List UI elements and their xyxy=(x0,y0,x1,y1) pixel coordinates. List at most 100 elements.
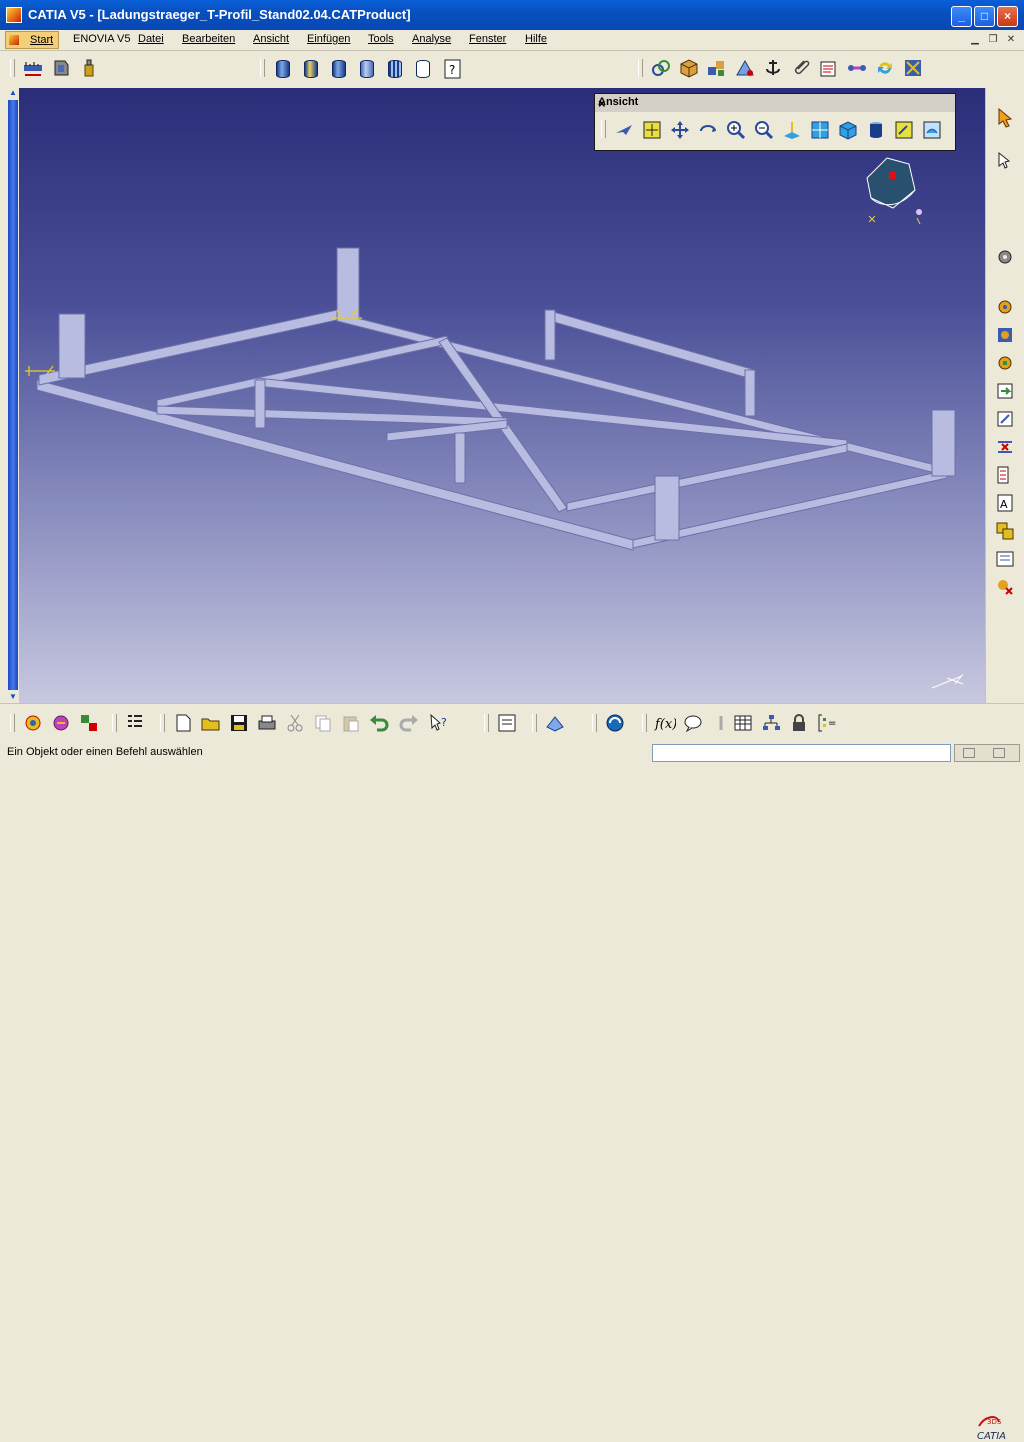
toolbar-grip[interactable] xyxy=(10,59,15,77)
multi-instance-icon[interactable] xyxy=(994,520,1016,542)
reorder-icon[interactable] xyxy=(994,436,1016,458)
3d-viewport[interactable] xyxy=(7,88,985,703)
pan-icon[interactable] xyxy=(669,119,691,141)
cut-icon[interactable] xyxy=(284,712,306,734)
render-wireframe-icon[interactable] xyxy=(416,60,430,78)
viewport-scrollbar[interactable]: ▲ ▼ xyxy=(7,88,19,703)
update-icon[interactable] xyxy=(874,57,896,79)
analyze-icon[interactable] xyxy=(78,712,100,734)
doc-close-icon[interactable]: ✕ xyxy=(1003,33,1019,47)
table-icon[interactable] xyxy=(732,712,754,734)
menu-start[interactable]: Start xyxy=(5,31,59,49)
zoom-out-icon[interactable] xyxy=(753,119,775,141)
catalog-icon[interactable] xyxy=(902,57,924,79)
rotate-icon[interactable] xyxy=(697,119,719,141)
menu-analyse[interactable]: Analyse xyxy=(412,33,451,45)
weight-icon[interactable] xyxy=(78,57,100,79)
status-window-icon-2[interactable] xyxy=(993,748,1005,758)
whats-this-icon[interactable]: ? xyxy=(428,712,450,734)
toolbar-grip-3[interactable] xyxy=(638,59,643,77)
comment-icon[interactable] xyxy=(682,712,704,734)
swap-visible-icon[interactable] xyxy=(921,119,943,141)
fit-all-icon[interactable] xyxy=(641,119,663,141)
corner-support-front[interactable] xyxy=(654,475,680,541)
zoom-in-icon[interactable] xyxy=(725,119,747,141)
scroll-thumb[interactable] xyxy=(8,100,18,690)
beam-upright-left[interactable] xyxy=(544,309,556,361)
bill-of-material-icon[interactable]: A xyxy=(994,492,1016,514)
enovia-icon[interactable] xyxy=(604,712,626,734)
shading-icon[interactable] xyxy=(865,119,887,141)
bottom-toolbar-grip[interactable] xyxy=(10,714,15,732)
doc-minimize-icon[interactable]: ▁ xyxy=(967,33,983,47)
constraint-icon[interactable] xyxy=(846,57,868,79)
measure-icon[interactable] xyxy=(22,57,44,79)
view-toolbar-grip[interactable] xyxy=(601,120,606,138)
beam-upright-right[interactable] xyxy=(744,369,756,417)
menu-bearbeiten[interactable]: Bearbeiten xyxy=(182,33,235,45)
bottom-toolbar-grip-6[interactable] xyxy=(592,714,597,732)
minimize-button[interactable]: _ xyxy=(951,6,972,27)
beam-vertical-1[interactable] xyxy=(254,379,266,429)
scroll-down-icon[interactable]: ▼ xyxy=(8,692,18,702)
select-arrow-icon[interactable] xyxy=(994,106,1016,128)
section-icon[interactable] xyxy=(818,57,840,79)
bottom-toolbar-grip-5[interactable] xyxy=(532,714,537,732)
render-style-2-icon[interactable] xyxy=(304,60,318,78)
bottom-toolbar-grip-4[interactable] xyxy=(484,714,489,732)
normal-view-icon[interactable] xyxy=(781,119,803,141)
menu-tools[interactable]: Tools xyxy=(368,33,394,45)
bottom-toolbar-grip-3[interactable] xyxy=(160,714,165,732)
components-icon[interactable] xyxy=(706,57,728,79)
inertia-icon[interactable] xyxy=(50,57,72,79)
clash-icon[interactable] xyxy=(50,712,72,734)
beam-front-long[interactable] xyxy=(36,379,634,551)
menu-datei[interactable]: Datei xyxy=(138,33,164,45)
corner-support-right[interactable] xyxy=(931,409,956,477)
undo-icon[interactable] xyxy=(368,712,390,734)
link-icon[interactable] xyxy=(650,57,672,79)
open-file-icon[interactable] xyxy=(200,712,222,734)
relations-icon[interactable] xyxy=(760,712,782,734)
render-style-4-icon[interactable] xyxy=(360,60,374,78)
toolbar-grip-2[interactable] xyxy=(260,59,265,77)
help-icon[interactable]: ? xyxy=(442,58,464,80)
manipulate-icon[interactable] xyxy=(994,576,1016,598)
catia-app-icon[interactable] xyxy=(6,7,22,23)
beam-vertical-2[interactable] xyxy=(454,432,466,484)
corner-support-left[interactable] xyxy=(58,313,86,379)
spec-tree-icon[interactable] xyxy=(124,712,146,734)
product-icon[interactable] xyxy=(678,57,700,79)
bottom-toolbar-grip-2[interactable] xyxy=(112,714,117,732)
render-style-3-icon[interactable] xyxy=(332,60,346,78)
beam-inner-cross-2[interactable] xyxy=(566,443,848,512)
menu-hilfe[interactable]: Hilfe xyxy=(525,33,547,45)
command-input[interactable] xyxy=(652,744,951,762)
redo-icon[interactable] xyxy=(398,712,420,734)
formula-icon[interactable]: f(x) xyxy=(654,712,676,734)
menu-enovia[interactable]: ENOVIA V5 xyxy=(73,33,130,45)
catalog-browser-icon[interactable] xyxy=(544,712,566,734)
bottom-toolbar-grip-7[interactable] xyxy=(642,714,647,732)
render-style-1-icon[interactable] xyxy=(276,60,290,78)
new-file-icon[interactable] xyxy=(172,712,194,734)
compass-icon[interactable] xyxy=(857,150,937,235)
paste-icon[interactable] xyxy=(340,712,362,734)
clip-icon[interactable] xyxy=(790,57,812,79)
save-icon[interactable] xyxy=(228,712,250,734)
corner-support-back[interactable] xyxy=(336,247,360,319)
knowledge-icon[interactable] xyxy=(710,712,732,734)
multi-view-icon[interactable] xyxy=(809,119,831,141)
maximize-button[interactable]: □ xyxy=(974,6,995,27)
explode-icon[interactable] xyxy=(22,712,44,734)
select-trap-icon[interactable] xyxy=(994,150,1016,172)
doc-restore-icon[interactable]: ❐ xyxy=(985,33,1001,47)
view-toolbar-titlebar[interactable]: Ansicht × xyxy=(595,94,955,112)
new-part-icon[interactable] xyxy=(994,352,1016,374)
copy-icon[interactable] xyxy=(312,712,334,734)
render-style-5-icon[interactable] xyxy=(388,60,402,78)
beam-diagonal-2[interactable] xyxy=(156,405,508,427)
anchor-icon[interactable] xyxy=(762,57,784,79)
replace-component-icon[interactable] xyxy=(994,408,1016,430)
menu-fenster[interactable]: Fenster xyxy=(469,33,506,45)
